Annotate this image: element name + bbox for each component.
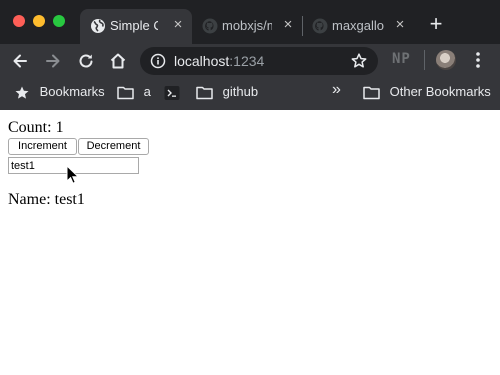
profile-avatar[interactable] bbox=[436, 50, 456, 70]
home-icon[interactable] bbox=[108, 51, 128, 71]
tab-maxgallo[interactable]: maxgallo/mobx × bbox=[302, 9, 414, 44]
tab-title: maxgallo/mobx bbox=[332, 18, 384, 33]
bookmark-label: Other Bookmarks bbox=[389, 84, 491, 99]
close-tab-icon[interactable]: × bbox=[392, 17, 408, 33]
other-bookmarks[interactable]: Other Bookmarks bbox=[363, 84, 491, 100]
bookmark-label: a bbox=[143, 84, 151, 99]
menu-dots-icon[interactable] bbox=[474, 50, 482, 70]
github-icon bbox=[202, 18, 218, 34]
forward-arrow-icon[interactable] bbox=[43, 51, 63, 71]
page-content: Count: 1 Increment Decrement Name: test1 bbox=[0, 110, 500, 375]
terminal-icon bbox=[164, 85, 180, 100]
address-text: localhost:1234 bbox=[174, 53, 264, 69]
star-icon bbox=[15, 86, 29, 99]
reload-icon[interactable] bbox=[76, 51, 96, 71]
name-text: Name: test1 bbox=[8, 191, 85, 208]
bookmarks-overflow-button[interactable]: » bbox=[332, 81, 341, 99]
bookmark-folder-a[interactable]: a bbox=[117, 84, 151, 100]
folder-icon bbox=[363, 86, 380, 100]
tab-mobxjs[interactable]: mobxjs/mobx × bbox=[192, 9, 302, 44]
browser-toolbar: localhost:1234 bbox=[0, 44, 500, 78]
folder-icon bbox=[117, 86, 134, 100]
bookmarks-bar: Bookmarks a github » Other Bookmarks bbox=[0, 78, 500, 106]
tab-simple-counter[interactable]: Simple Counter × bbox=[80, 9, 192, 44]
tab-title: Simple Counter bbox=[110, 18, 158, 33]
extension-np-icon[interactable]: NP bbox=[392, 51, 411, 67]
globe-icon bbox=[91, 19, 105, 33]
count-text: Count: 1 bbox=[8, 119, 64, 136]
address-port: :1234 bbox=[229, 53, 265, 69]
new-tab-button[interactable]: + bbox=[426, 13, 446, 35]
decrement-button[interactable]: Decrement bbox=[78, 138, 149, 155]
minimize-window-button[interactable] bbox=[33, 15, 45, 27]
close-window-button[interactable] bbox=[13, 15, 25, 27]
bookmark-terminal[interactable] bbox=[164, 84, 180, 101]
address-host: localhost bbox=[174, 53, 230, 69]
back-arrow-icon[interactable] bbox=[10, 51, 30, 71]
increment-button[interactable]: Increment bbox=[8, 138, 77, 155]
info-icon[interactable] bbox=[150, 53, 166, 69]
close-tab-icon[interactable]: × bbox=[280, 17, 296, 33]
bookmark-label: Bookmarks bbox=[39, 84, 105, 99]
bookmark-folder-github[interactable]: github bbox=[196, 84, 258, 100]
folder-icon bbox=[196, 86, 213, 100]
mouse-cursor-icon bbox=[66, 165, 80, 184]
tab-title: mobxjs/mobx bbox=[222, 18, 272, 33]
close-tab-icon[interactable]: × bbox=[170, 17, 186, 33]
toolbar-separator bbox=[424, 50, 425, 70]
zoom-window-button[interactable] bbox=[53, 15, 65, 27]
bookmark-bookmarks[interactable]: Bookmarks bbox=[14, 84, 105, 101]
address-bar[interactable]: localhost:1234 bbox=[140, 47, 378, 75]
bookmark-label: github bbox=[222, 84, 259, 99]
bookmark-star-icon[interactable] bbox=[350, 52, 368, 70]
github-icon bbox=[312, 18, 328, 34]
browser-titlebar: Simple Counter × mobxjs/mobx × maxgallo/… bbox=[0, 0, 500, 44]
